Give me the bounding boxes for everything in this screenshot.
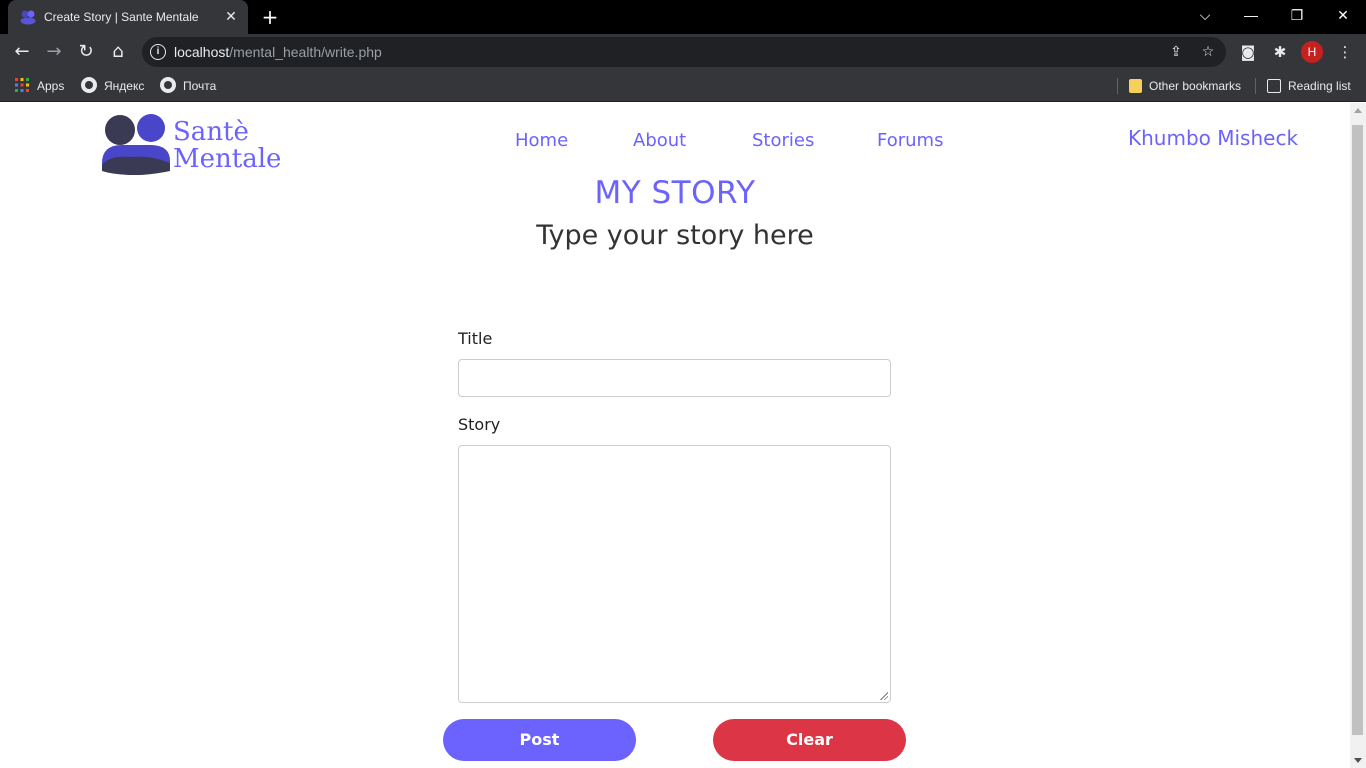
other-bookmarks[interactable]: Other bookmarks — [1129, 76, 1241, 96]
url-path: /mental_health/write.php — [229, 44, 382, 60]
nav-home[interactable]: Home — [515, 130, 568, 151]
page-subtitle: Type your story here — [536, 220, 814, 251]
site-info-icon[interactable]: i — [150, 44, 166, 60]
browser-tab-strip: Create Story | Sante Mentale ✕ + ⌵ — ❐ ✕ — [0, 0, 1366, 34]
bookmark-apps[interactable]: Apps — [14, 76, 64, 96]
title-label: Title — [458, 329, 493, 348]
site-logo[interactable]: Santè Mentale — [100, 109, 295, 175]
bookmark-label: Почта — [183, 79, 217, 93]
globe-icon — [81, 77, 97, 93]
folder-icon — [1129, 79, 1142, 93]
back-arrow-icon[interactable]: ← — [9, 39, 35, 65]
home-icon[interactable]: ⌂ — [105, 39, 131, 65]
close-window-icon[interactable]: ✕ — [1320, 0, 1366, 34]
nav-about[interactable]: About — [633, 130, 686, 151]
reading-list[interactable]: Reading list — [1267, 76, 1351, 96]
logo-text-line1: Santè — [173, 117, 249, 147]
site-favicon-icon — [20, 10, 36, 25]
title-input[interactable] — [458, 359, 891, 397]
nav-stories[interactable]: Stories — [752, 130, 814, 151]
extensions-puzzle-icon[interactable]: ✱ — [1269, 41, 1291, 63]
story-label: Story — [458, 415, 501, 434]
url-text[interactable]: localhost/mental_health/write.php — [174, 44, 382, 60]
bookmark-pochta[interactable]: Почта — [160, 76, 216, 96]
tab-search-icon[interactable]: ⌵ — [1182, 0, 1228, 34]
apps-grid-icon — [15, 78, 29, 92]
story-textarea[interactable] — [458, 445, 891, 703]
reading-list-label: Reading list — [1288, 79, 1351, 93]
post-button[interactable]: Post — [443, 719, 636, 761]
bookmark-label: Яндекс — [104, 79, 145, 93]
address-bar[interactable]: i localhost/mental_health/write.php ⇪ ☆ — [142, 37, 1226, 67]
reload-icon[interactable]: ↻ — [73, 39, 99, 65]
restore-icon[interactable]: ❐ — [1274, 0, 1320, 34]
bookmarks-bar: Apps Яндекс Почта Other bookmarks Readin… — [0, 70, 1366, 102]
browser-toolbar: ← → ↻ ⌂ i localhost/mental_health/write.… — [0, 34, 1366, 70]
minimize-icon[interactable]: — — [1228, 0, 1274, 34]
bookmark-separator — [1117, 78, 1118, 94]
page-title: MY STORY — [594, 175, 756, 211]
user-profile-link[interactable]: Khumbo Misheck — [1128, 126, 1298, 150]
scroll-down-arrow-icon[interactable] — [1354, 758, 1362, 763]
browser-menu-icon[interactable]: ⋮ — [1334, 41, 1356, 63]
bookmark-star-icon[interactable]: ☆ — [1198, 42, 1218, 62]
tab-close-icon[interactable]: ✕ — [222, 8, 240, 26]
people-logo-icon — [102, 114, 170, 175]
logo-text-line2: Mentale — [173, 144, 282, 174]
bookmark-yandex[interactable]: Яндекс — [81, 76, 144, 96]
camera-extension-icon[interactable]: ◙ — [1237, 41, 1259, 63]
clear-button[interactable]: Clear — [713, 719, 906, 761]
page-scrollbar[interactable] — [1350, 103, 1366, 768]
other-bookmarks-label: Other bookmarks — [1149, 79, 1242, 93]
bookmark-label: Apps — [37, 79, 65, 93]
globe-icon — [160, 77, 176, 93]
browser-tab[interactable]: Create Story | Sante Mentale ✕ — [8, 0, 248, 34]
share-icon[interactable]: ⇪ — [1166, 42, 1186, 62]
nav-forums[interactable]: Forums — [877, 130, 943, 151]
forward-arrow-icon[interactable]: → — [41, 39, 67, 65]
scrollbar-thumb[interactable] — [1352, 125, 1363, 735]
tab-title: Create Story | Sante Mentale — [44, 10, 199, 24]
profile-avatar[interactable]: H — [1301, 41, 1323, 63]
new-tab-icon[interactable]: + — [258, 6, 282, 28]
resize-handle-icon[interactable] — [880, 692, 888, 700]
reading-list-icon — [1267, 79, 1281, 93]
bookmark-separator — [1255, 78, 1256, 94]
url-host: localhost — [174, 44, 230, 60]
page-viewport: Santè Mentale Home About Stories Forums … — [0, 103, 1350, 768]
scroll-up-arrow-icon[interactable] — [1354, 108, 1362, 113]
